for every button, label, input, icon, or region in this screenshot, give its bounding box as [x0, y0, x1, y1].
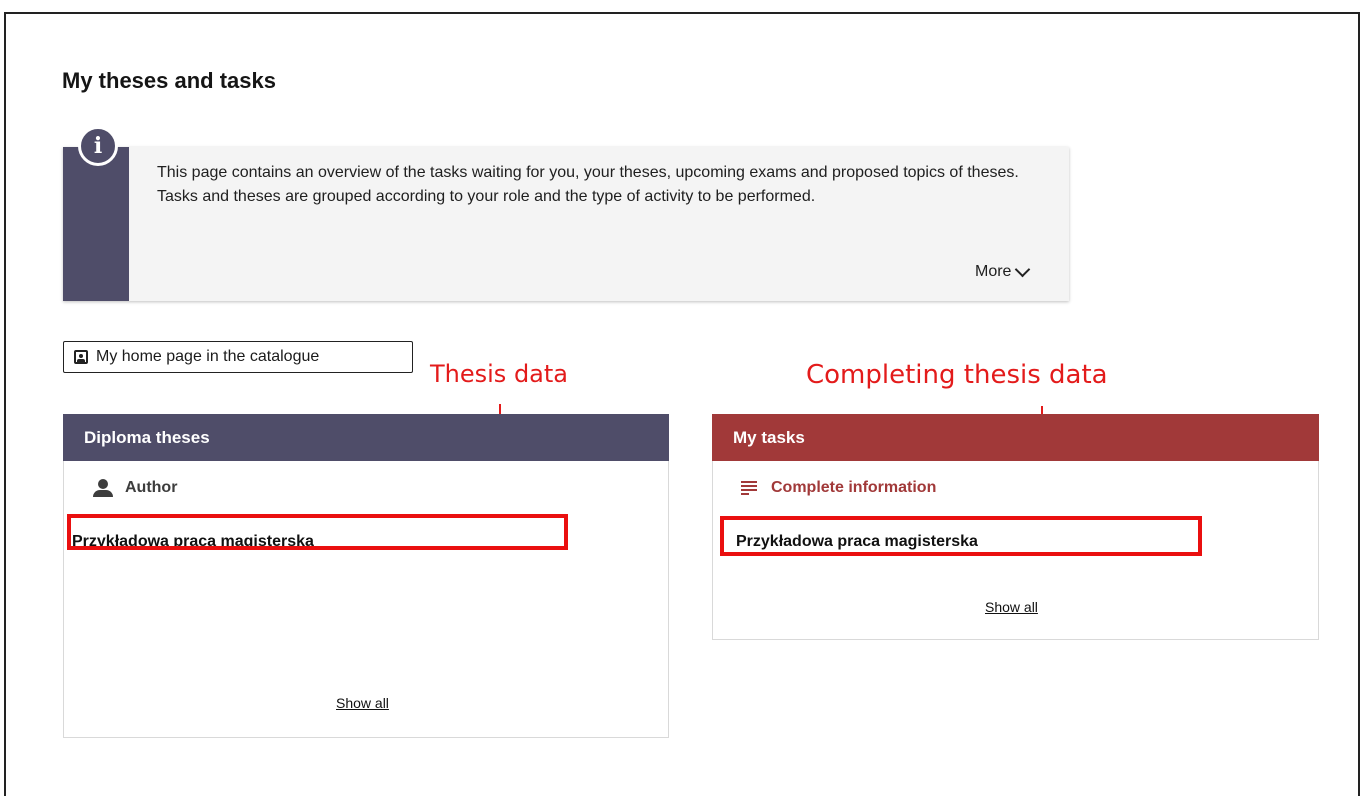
complete-information-label: Complete information — [771, 479, 937, 496]
annotation-box-left — [67, 514, 568, 550]
annotation-completing-thesis-data: Completing thesis data — [806, 360, 1108, 390]
annotation-thesis-data: Thesis data — [430, 360, 568, 388]
diploma-show-all-link[interactable]: Show all — [336, 695, 389, 711]
user-icon — [93, 479, 113, 497]
catalogue-home-button[interactable]: My home page in the catalogue — [63, 341, 413, 373]
author-group: Author — [93, 479, 177, 497]
diploma-theses-header: Diploma theses — [63, 414, 669, 461]
chevron-down-icon — [1015, 261, 1031, 278]
author-group-label: Author — [125, 479, 178, 496]
page-title: My theses and tasks — [62, 68, 276, 93]
annotation-box-right — [720, 516, 1202, 556]
tasks-show-all-link[interactable]: Show all — [985, 599, 1038, 615]
my-tasks-header: My tasks — [712, 414, 1319, 461]
info-bar — [63, 147, 129, 301]
info-icon: i — [78, 126, 118, 166]
complete-information-group: Complete information — [739, 479, 936, 497]
checklist-icon — [739, 479, 759, 497]
more-label: More — [975, 263, 1012, 280]
catalogue-home-label: My home page in the catalogue — [96, 348, 320, 365]
info-text: This page contains an overview of the ta… — [157, 164, 1019, 205]
contact-card-icon — [74, 350, 88, 364]
more-toggle[interactable]: More — [975, 261, 1031, 281]
diploma-theses-panel: Diploma theses Author Przykładowa praca … — [63, 414, 669, 738]
